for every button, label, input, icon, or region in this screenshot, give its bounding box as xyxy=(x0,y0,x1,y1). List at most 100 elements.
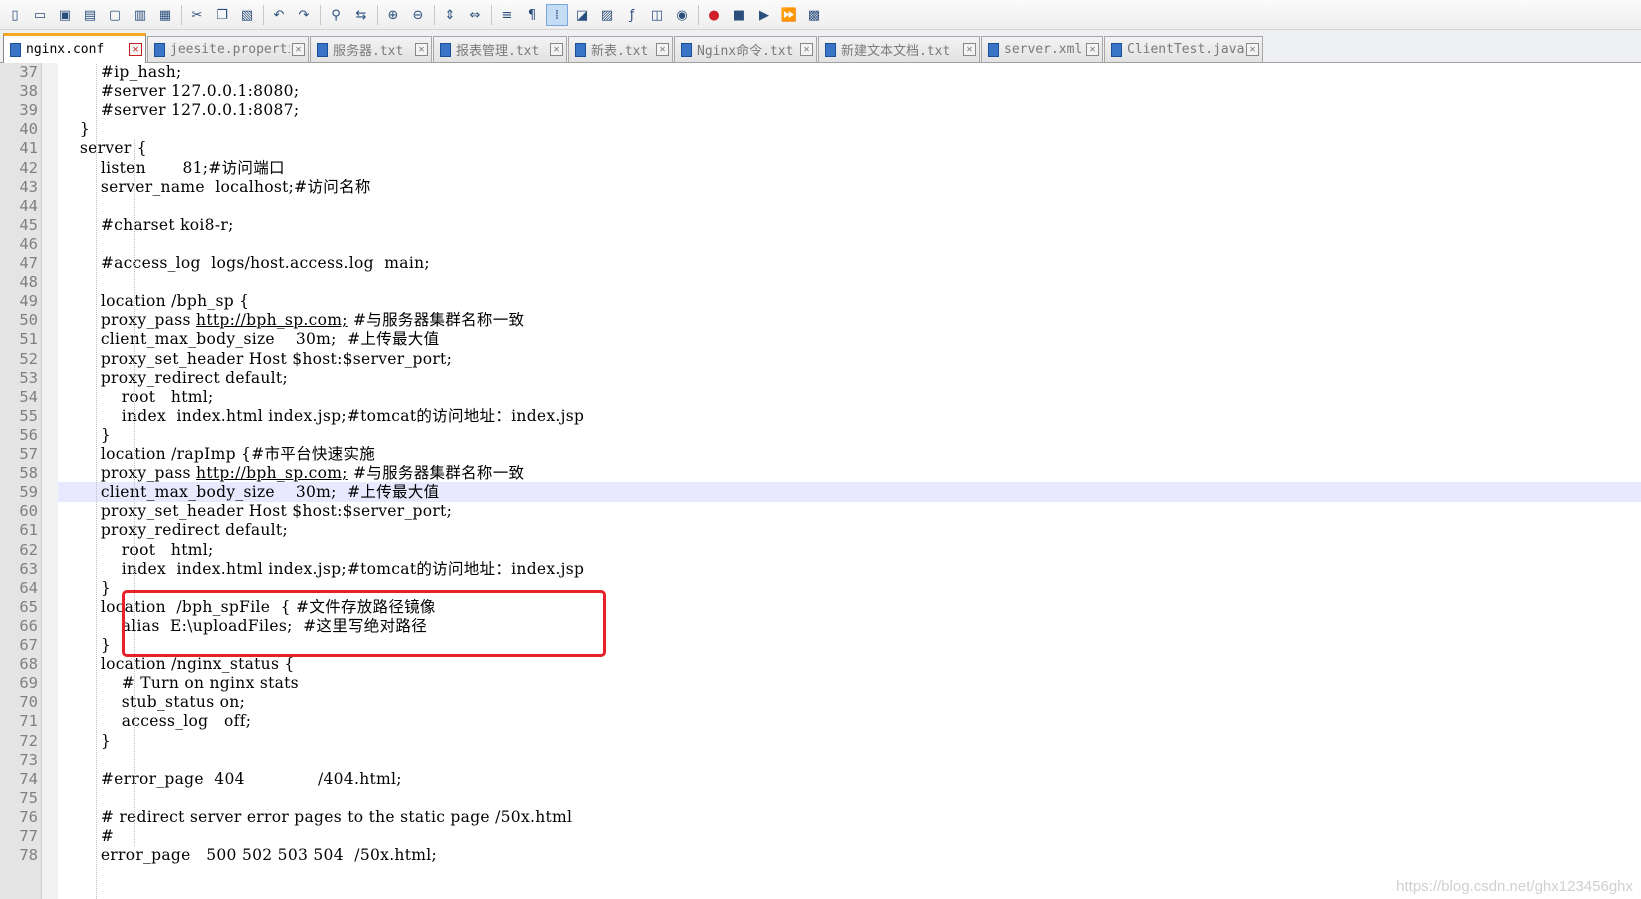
open-file-button[interactable]: ▭ xyxy=(29,4,51,26)
line-number: 75 xyxy=(19,788,38,807)
find-button[interactable]: ⚲ xyxy=(325,4,347,26)
code-line: 45 #charset koi8-r; xyxy=(0,215,1641,235)
code-line: 73 xyxy=(0,750,1641,770)
redo-icon: ↷ xyxy=(298,7,310,23)
line-text: proxy_redirect default; xyxy=(59,521,288,540)
print-button[interactable]: ▦ xyxy=(154,4,176,26)
code-line: 39 #server 127.0.0.1:8087; xyxy=(0,100,1641,120)
sync-horizontal-scroll-button[interactable]: ⇔ xyxy=(464,4,486,26)
cut-icon: ✂ xyxy=(191,7,203,23)
document-icon xyxy=(825,42,836,57)
code-url-link[interactable]: http://bph_sp.com; xyxy=(196,464,348,482)
code-line: 59 client_max_body_size 30m; #上传最大值 xyxy=(0,482,1641,502)
line-text: listen 81;#访问端口 xyxy=(59,158,285,177)
tab-6[interactable]: 新建文本文档.txt ✕ xyxy=(818,36,980,62)
new-file-button[interactable]: ▯ xyxy=(4,4,26,26)
code-url-link[interactable]: http://bph_sp.com; xyxy=(196,311,348,329)
line-number: 45 xyxy=(19,215,38,234)
line-number: 51 xyxy=(19,330,38,349)
tab-3[interactable]: 报表管理.txt ✕ xyxy=(433,36,567,62)
line-text: #error_page 404 /404.html; xyxy=(59,769,402,788)
tab-close-icon[interactable]: ✕ xyxy=(1086,43,1099,56)
code-line: 57 location /rapImp {#市平台快速实施 xyxy=(0,444,1641,464)
macro-run-multiple-button[interactable]: ⏩ xyxy=(778,4,800,26)
copy-button[interactable]: ❐ xyxy=(211,4,233,26)
line-number: 39 xyxy=(19,101,38,120)
line-text: #charset koi8-r; xyxy=(59,215,234,234)
tab-close-icon[interactable]: ✕ xyxy=(550,43,563,56)
tab-close-icon[interactable]: ✕ xyxy=(963,43,976,56)
tab-7[interactable]: server.xml ✕ xyxy=(981,36,1103,62)
open-file-icon: ▭ xyxy=(33,7,47,23)
undo-icon: ↶ xyxy=(273,7,285,23)
tab-close-icon[interactable]: ✕ xyxy=(656,43,669,56)
tab-1[interactable]: jeesite.properties✕ xyxy=(147,36,309,62)
line-text: client_max_body_size 30m; #上传最大值 xyxy=(59,483,440,502)
line-number: 48 xyxy=(19,273,38,292)
line-number: 74 xyxy=(19,769,38,788)
zoom-out-icon: ⊖ xyxy=(412,7,424,23)
function-list-button[interactable]: ƒ xyxy=(621,4,643,26)
tab-label: jeesite.properties xyxy=(170,42,290,57)
toolbar-separator xyxy=(491,5,492,25)
code-comment: #与服务器集群名称一致 xyxy=(347,464,525,483)
sync-vertical-scroll-button[interactable]: ⇕ xyxy=(439,4,461,26)
code-line: 71 access_log off; xyxy=(0,711,1641,731)
paste-button[interactable]: ▧ xyxy=(236,4,258,26)
folder-workspace-button[interactable]: ◫ xyxy=(646,4,668,26)
monitoring-button[interactable]: ◉ xyxy=(671,4,693,26)
code-line: 63 index index.html index.jsp;#tomcat的访问… xyxy=(0,559,1641,579)
tab-close-icon[interactable]: ✕ xyxy=(292,43,305,56)
show-all-characters-button[interactable]: ¶ xyxy=(521,4,543,26)
macro-play-button[interactable]: ▶ xyxy=(753,4,775,26)
line-text: # redirect server error pages to the sta… xyxy=(59,807,573,826)
line-number: 57 xyxy=(19,445,38,463)
save-button[interactable]: ▣ xyxy=(54,4,76,26)
macro-record-button[interactable]: ● xyxy=(703,4,725,26)
line-text: server_name localhost;#访问名称 xyxy=(59,177,371,196)
line-text: index index.html index.jsp;#tomcat的访问地址：… xyxy=(59,406,585,425)
tab-close-icon[interactable]: ✕ xyxy=(1246,43,1259,56)
redo-button[interactable]: ↷ xyxy=(293,4,315,26)
line-number: 56 xyxy=(19,425,38,444)
line-text: root html; xyxy=(59,540,214,559)
close-all-button[interactable]: ▥ xyxy=(129,4,151,26)
code-line: 53 proxy_redirect default; xyxy=(0,368,1641,388)
tab-close-icon[interactable]: ✕ xyxy=(129,43,142,56)
tab-2[interactable]: 服务器.txt ✕ xyxy=(310,36,432,62)
tab-4[interactable]: 新表.txt ✕ xyxy=(568,36,673,62)
line-number: 54 xyxy=(19,387,38,406)
tab-close-icon[interactable]: ✕ xyxy=(415,43,428,56)
line-number: 70 xyxy=(19,693,38,712)
line-number: 76 xyxy=(19,807,38,826)
macro-stop-button[interactable]: ■ xyxy=(728,4,750,26)
code-editor[interactable]: 37 #ip_hash; 38 #server 127.0.0.1:8080; 39… xyxy=(0,63,1641,899)
undo-button[interactable]: ↶ xyxy=(268,4,290,26)
zoom-in-button[interactable]: ⊕ xyxy=(382,4,404,26)
code-line: 56 } xyxy=(0,425,1641,445)
cut-button[interactable]: ✂ xyxy=(186,4,208,26)
line-number: 73 xyxy=(19,750,38,769)
tab-5[interactable]: Nginx命令.txt ✕ xyxy=(674,36,817,62)
indent-guide-button[interactable]: ⁞ xyxy=(546,4,568,26)
macro-save-button[interactable]: ▩ xyxy=(803,4,825,26)
indent-guide xyxy=(96,63,97,899)
replace-button[interactable]: ⇆ xyxy=(350,4,372,26)
line-number: 49 xyxy=(19,292,38,311)
tab-close-icon[interactable]: ✕ xyxy=(800,43,813,56)
save-icon: ▣ xyxy=(58,7,72,23)
word-wrap-icon: ≡ xyxy=(501,7,513,23)
document-map-button[interactable]: ▨ xyxy=(596,4,618,26)
save-all-button[interactable]: ▤ xyxy=(79,4,101,26)
close-button[interactable]: ▢ xyxy=(104,4,126,26)
code-line: 61 proxy_redirect default; xyxy=(0,520,1641,540)
tab-8[interactable]: ClientTest.java ✕ xyxy=(1104,36,1263,62)
zoom-out-button[interactable]: ⊖ xyxy=(407,4,429,26)
tab-label: 报表管理.txt xyxy=(456,44,540,59)
word-wrap-button[interactable]: ≡ xyxy=(496,4,518,26)
user-language-button[interactable]: ◪ xyxy=(571,4,593,26)
line-text: proxy_pass http://bph_sp.com; #与服务器集群名称一… xyxy=(59,463,524,483)
line-text: } xyxy=(59,578,111,597)
tab-0[interactable]: nginx.conf ✕ xyxy=(3,33,146,63)
new-file-icon: ▯ xyxy=(11,7,19,23)
